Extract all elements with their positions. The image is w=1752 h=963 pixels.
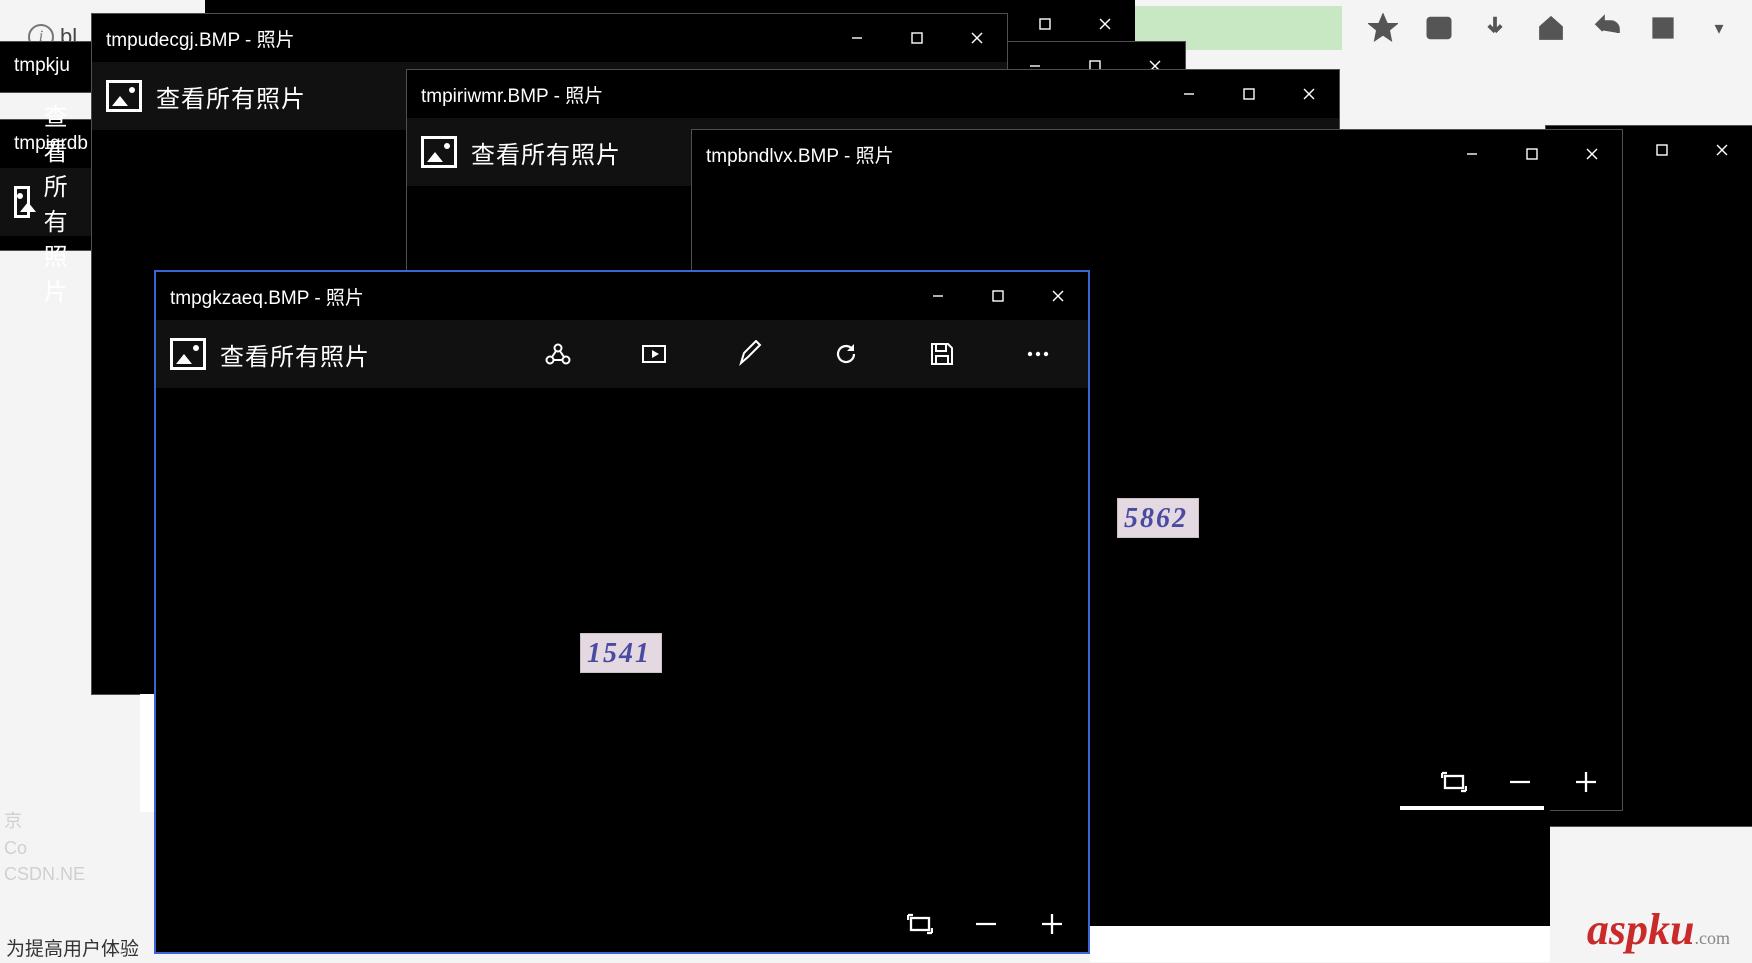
- maximize-button[interactable]: [968, 272, 1028, 320]
- bookmark-star-icon[interactable]: [1368, 13, 1398, 43]
- view-all-label: 查看所有照片: [44, 97, 92, 307]
- view-all-photos[interactable]: 查看所有照片: [421, 135, 621, 170]
- photo-icon: [421, 136, 457, 168]
- maximize-button[interactable]: [1219, 70, 1279, 118]
- fit-icon[interactable]: [906, 910, 934, 938]
- bg-text-line2: Co: [4, 838, 27, 859]
- captcha-value: 5862: [1117, 498, 1199, 538]
- reader-icon[interactable]: [1424, 13, 1454, 43]
- view-all-label: 查看所有照片: [471, 135, 621, 170]
- photo-icon: [170, 338, 206, 370]
- more-dropdown-icon[interactable]: ▾: [1704, 13, 1734, 43]
- download-icon[interactable]: [1480, 13, 1510, 43]
- bg-text-line3: CSDN.NE: [4, 864, 85, 885]
- zoom-in-icon[interactable]: [1038, 910, 1066, 938]
- view-all-label: 查看所有照片: [156, 79, 306, 114]
- zoom-out-icon[interactable]: [1506, 768, 1534, 796]
- slideshow-icon[interactable]: [638, 338, 670, 370]
- bottom-tip-text: 为提高用户体验: [6, 934, 139, 961]
- captcha-value: 1541: [580, 633, 662, 673]
- window-title: tmpgkzaeq.BMP - 照片: [170, 283, 364, 310]
- view-all-photos[interactable]: 查看所有照片: [14, 97, 92, 307]
- window-tmpgkzaeq: tmpgkzaeq.BMP - 照片 查看所有照片 1541: [156, 272, 1088, 952]
- view-all-photos[interactable]: 查看所有照片: [170, 337, 370, 372]
- close-button[interactable]: [947, 14, 1007, 62]
- minimize-button[interactable]: [908, 272, 968, 320]
- minimize-button[interactable]: [827, 14, 887, 62]
- maximize-button[interactable]: [1015, 0, 1075, 48]
- share-icon[interactable]: [542, 338, 574, 370]
- more-icon[interactable]: [1022, 338, 1054, 370]
- zoom-in-icon[interactable]: [1572, 768, 1600, 796]
- sync-icon[interactable]: [1648, 13, 1678, 43]
- rotate-icon[interactable]: [830, 338, 862, 370]
- home-icon[interactable]: [1536, 13, 1566, 43]
- window-title: tmpudecgj.BMP - 照片: [106, 25, 295, 52]
- bg-text-line1: 京: [4, 807, 22, 833]
- close-button[interactable]: [1692, 126, 1752, 174]
- maximize-button[interactable]: [1632, 126, 1692, 174]
- window-title: tmpkju: [14, 55, 70, 77]
- fit-icon[interactable]: [1440, 768, 1468, 796]
- window-title: tmpiriwmr.BMP - 照片: [421, 81, 603, 108]
- logo-main: aspku: [1587, 905, 1695, 954]
- maximize-button[interactable]: [1502, 130, 1562, 178]
- photo-icon: [14, 186, 30, 218]
- close-button[interactable]: [1279, 70, 1339, 118]
- close-button[interactable]: [1562, 130, 1622, 178]
- maximize-button[interactable]: [887, 14, 947, 62]
- logo-suffix: .com: [1695, 928, 1731, 948]
- edit-icon[interactable]: [734, 338, 766, 370]
- minimize-button[interactable]: [1442, 130, 1502, 178]
- aspku-logo: aspku.com: [1587, 904, 1730, 955]
- close-button[interactable]: [1028, 272, 1088, 320]
- undo-icon[interactable]: [1592, 13, 1622, 43]
- view-all-photos[interactable]: 查看所有照片: [106, 79, 306, 114]
- close-button[interactable]: [1075, 0, 1135, 48]
- zoom-out-icon[interactable]: [972, 910, 1000, 938]
- window-tmpiqrdb: tmpiqrdb 查看所有照片: [0, 120, 92, 250]
- minimize-button[interactable]: [1159, 70, 1219, 118]
- view-all-label: 查看所有照片: [220, 337, 370, 372]
- window-title: tmpbndlvx.BMP - 照片: [706, 141, 894, 168]
- save-icon[interactable]: [926, 338, 958, 370]
- photo-icon: [106, 80, 142, 112]
